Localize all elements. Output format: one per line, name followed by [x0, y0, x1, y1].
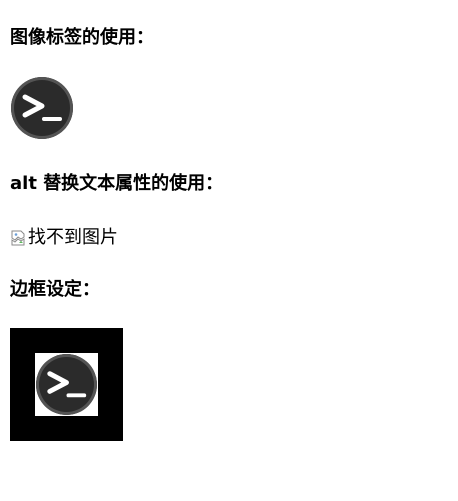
- image-alt-text: 找不到图片: [28, 227, 118, 248]
- broken-image: 找不到图片: [10, 227, 118, 249]
- bordered-image-frame: [10, 328, 123, 441]
- broken-image-icon: [10, 230, 26, 246]
- image-tag-heading: 图像标签的使用：: [10, 27, 154, 48]
- terminal-icon: [11, 77, 73, 139]
- border-setting-heading: 边框设定：: [10, 279, 100, 300]
- bordered-image-container: [35, 353, 98, 416]
- terminal-icon: [36, 354, 97, 415]
- alt-attribute-heading: alt 替换文本属性的使用：: [10, 173, 224, 194]
